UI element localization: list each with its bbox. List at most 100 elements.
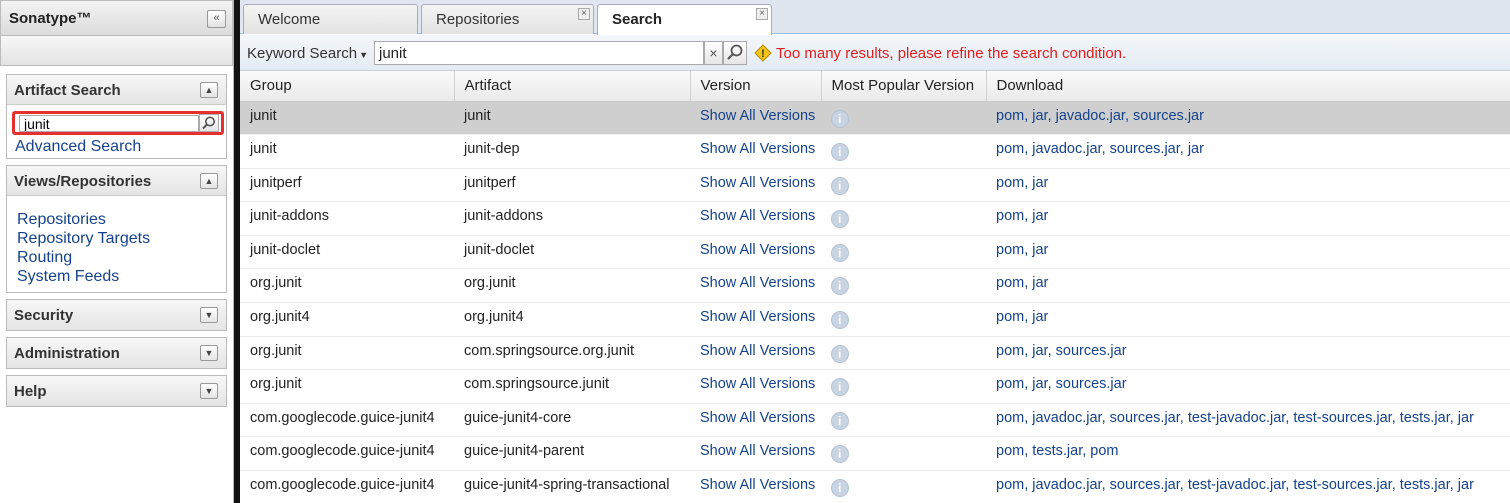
table-row[interactable]: org.junit com.springsource.junit Show All …	[240, 369, 1510, 404]
quick-search-highlight	[12, 111, 224, 135]
show-all-versions-link[interactable]: Show All Versions	[690, 101, 821, 136]
download-links[interactable]: pom, javadoc.jar, sources.jar, jar	[986, 134, 1510, 169]
advanced-search-link[interactable]: Advanced Search	[15, 137, 226, 156]
info-icon[interactable]	[821, 168, 986, 203]
show-all-versions-link[interactable]: Show All Versions	[690, 268, 821, 304]
show-all-versions-link[interactable]: Show All Versions	[690, 134, 821, 169]
artifact-cell: junit-doclet	[454, 235, 690, 270]
expand-down-icon[interactable]: ▼	[200, 307, 218, 323]
download-links[interactable]: pom, javadoc.jar, sources.jar, test-java…	[986, 403, 1510, 438]
table-row[interactable]: junit-doclet junit-doclet Show All Version…	[240, 235, 1510, 270]
security-header[interactable]: Security ▼	[7, 300, 226, 330]
search-mode-dropdown[interactable]: Keyword Search ▼	[247, 45, 368, 62]
info-icon[interactable]	[831, 479, 849, 498]
artifact-cell: junit	[454, 101, 690, 136]
show-all-versions-link[interactable]: Show All Versions	[690, 403, 821, 438]
routing-link[interactable]: Routing	[17, 248, 226, 267]
info-icon[interactable]	[821, 436, 986, 472]
close-icon[interactable]: ×	[578, 8, 590, 20]
artifact-search-header[interactable]: Artifact Search ▲	[7, 75, 226, 105]
clear-icon[interactable]: ×	[704, 41, 723, 65]
table-row[interactable]: org.junitorg.junitShow All Versionspom, …	[240, 268, 1510, 304]
info-icon[interactable]	[831, 411, 849, 430]
info-icon[interactable]	[831, 277, 849, 296]
info-icon[interactable]	[821, 268, 986, 304]
download-links[interactable]: pom, jar, sources.jar	[986, 336, 1510, 371]
tab-repositories[interactable]: Repositories ×	[421, 4, 594, 34]
info-icon[interactable]	[821, 302, 986, 337]
info-icon[interactable]	[831, 109, 849, 128]
info-icon[interactable]	[831, 378, 849, 397]
keyword-search-input[interactable]: junit	[374, 41, 704, 65]
info-icon[interactable]	[821, 134, 986, 169]
group-cell: com.googlecode.guice-junit4	[240, 436, 454, 472]
info-icon[interactable]	[831, 445, 849, 464]
download-links[interactable]: pom, jar	[986, 268, 1510, 304]
table-row[interactable]: org.junit4org.junit4Show All Versionspom…	[240, 302, 1510, 337]
column-header-version[interactable]: Version	[690, 71, 822, 102]
show-all-versions-link[interactable]: Show All Versions	[690, 201, 821, 236]
help-header[interactable]: Help ▼	[7, 376, 226, 406]
expand-down-icon[interactable]: ▼	[200, 383, 218, 399]
column-header-artifact[interactable]: Artifact	[454, 71, 691, 102]
info-icon[interactable]	[831, 143, 849, 162]
collapse-up-icon[interactable]: ▲	[200, 82, 218, 98]
download-links[interactable]: pom, jar	[986, 235, 1510, 270]
info-icon[interactable]	[821, 235, 986, 270]
repository-targets-link[interactable]: Repository Targets	[17, 229, 226, 248]
group-cell: junit-doclet	[240, 235, 454, 270]
table-row[interactable]: junitjunitShow All Versionspom, jar, jav…	[240, 101, 1510, 136]
download-links[interactable]: pom, jar	[986, 168, 1510, 203]
search-icon[interactable]	[199, 114, 219, 132]
info-icon[interactable]	[831, 176, 849, 195]
warning-message: Too many results, please refine the sear…	[776, 45, 1127, 62]
table-row[interactable]: junit-addons junit-addons Show All Version…	[240, 201, 1510, 236]
column-header-download[interactable]: Download	[986, 71, 1510, 102]
table-row[interactable]: junitperfjunitperfShow All Versionspom, …	[240, 168, 1510, 203]
info-icon[interactable]	[821, 336, 986, 371]
search-icon[interactable]	[723, 41, 747, 65]
expand-down-icon[interactable]: ▼	[200, 345, 218, 361]
show-all-versions-link[interactable]: Show All Versions	[690, 235, 821, 270]
info-icon[interactable]	[821, 369, 986, 404]
quick-search-input[interactable]	[19, 115, 199, 132]
views-repositories-title: Views/Repositories	[14, 173, 152, 190]
info-icon[interactable]	[831, 210, 849, 229]
info-icon[interactable]	[821, 101, 986, 136]
views-repositories-header[interactable]: Views/Repositories ▲	[7, 166, 226, 196]
repositories-link[interactable]: Repositories	[17, 210, 226, 229]
table-row[interactable]: com.googlecode.guice-junit4 guice-junit4-…	[240, 436, 1510, 472]
collapse-sidebar-button[interactable]: «	[207, 10, 226, 28]
table-row[interactable]: com.googlecode.guice-junit4 guice-junit4-…	[240, 403, 1510, 438]
system-feeds-link[interactable]: System Feeds	[17, 267, 226, 286]
info-icon[interactable]	[831, 344, 849, 363]
show-all-versions-link[interactable]: Show All Versions	[690, 302, 821, 337]
show-all-versions-link[interactable]: Show All Versions	[690, 336, 821, 371]
info-icon[interactable]	[821, 201, 986, 236]
show-all-versions-link[interactable]: Show All Versions	[690, 168, 821, 203]
download-links[interactable]: pom, javadoc.jar, sources.jar, test-java…	[986, 470, 1510, 503]
download-links[interactable]: pom, jar	[986, 201, 1510, 236]
show-all-versions-link[interactable]: Show All Versions	[690, 369, 821, 404]
table-row[interactable]: com.googlecode.guice-junit4 guice-junit4-…	[240, 470, 1510, 503]
table-row[interactable]: junitjunit-depShow All Versions pom, java…	[240, 134, 1510, 169]
show-all-versions-link[interactable]: Show All Versions	[690, 436, 821, 472]
collapse-up-icon[interactable]: ▲	[200, 173, 218, 189]
info-icon[interactable]	[821, 470, 986, 503]
info-icon[interactable]	[831, 311, 849, 330]
tab-welcome[interactable]: Welcome	[243, 4, 418, 34]
download-links[interactable]: pom, tests.jar, pom	[986, 436, 1510, 472]
download-links[interactable]: pom, jar, sources.jar	[986, 369, 1510, 404]
close-icon[interactable]: ×	[756, 8, 768, 20]
info-icon[interactable]	[821, 403, 986, 438]
info-icon[interactable]	[831, 243, 849, 262]
column-header-group[interactable]: Group	[240, 71, 455, 102]
administration-header[interactable]: Administration ▼	[7, 338, 226, 368]
table-row[interactable]: org.junit com.springsource.org.junit Show …	[240, 336, 1510, 371]
download-links[interactable]: pom, jar, javadoc.jar, sources.jar	[986, 101, 1510, 136]
column-header-most-popular-version[interactable]: Most Popular Version	[821, 71, 987, 102]
download-links[interactable]: pom, jar	[986, 302, 1510, 337]
tab-welcome-label: Welcome	[258, 11, 321, 28]
show-all-versions-link[interactable]: Show All Versions	[690, 470, 821, 503]
tab-search[interactable]: Search ×	[597, 4, 772, 35]
